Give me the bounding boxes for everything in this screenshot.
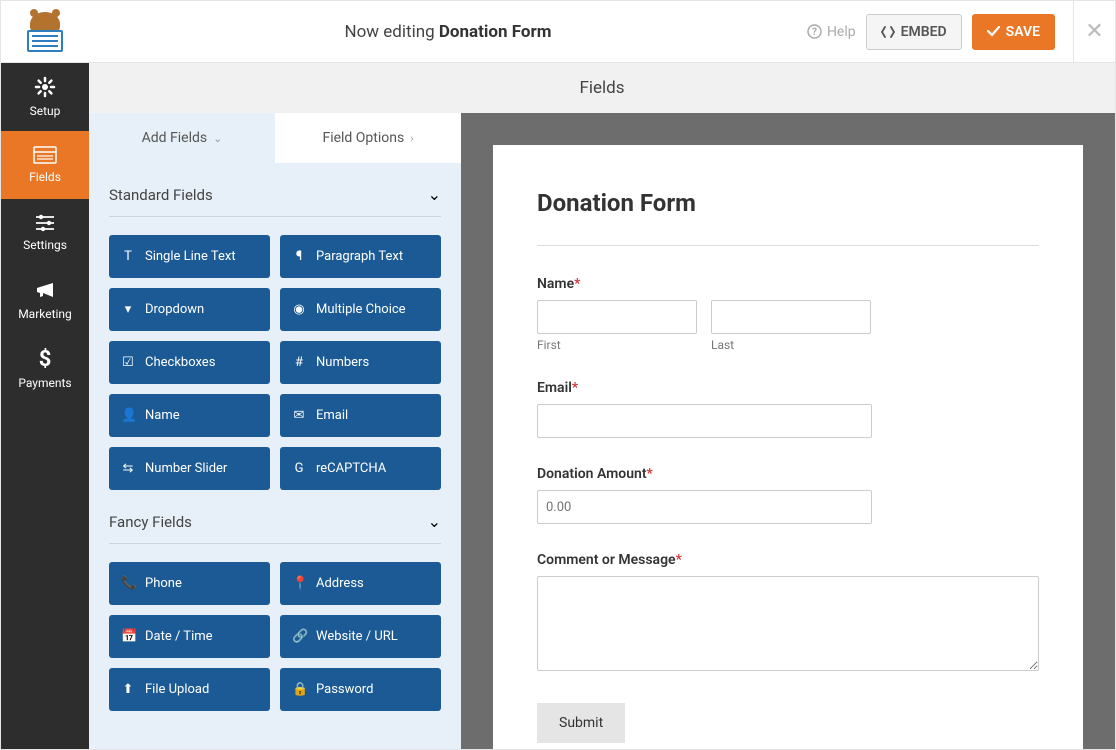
tab-field-options[interactable]: Field Options › [275,113,461,163]
field-button-label: Phone [145,576,182,591]
sidebar-item-setup[interactable]: Setup [1,63,89,131]
section-fancy-fields[interactable]: Fancy Fields ⌄ [109,490,441,544]
gear-icon [34,76,56,98]
field-button-label: Numbers [316,355,369,370]
field-type-icon: ⇆ [121,461,135,476]
fancy-field-phone[interactable]: 📞 Phone [109,562,270,605]
first-name-input[interactable] [537,300,697,334]
field-type-icon: ¶ [292,249,306,264]
field-type-icon: # [292,355,306,370]
field-button-label: reCAPTCHA [316,461,386,476]
form-title: Donation Form [537,189,1039,246]
sidebar-item-label: Settings [23,238,67,252]
save-button[interactable]: SAVE [972,14,1055,50]
standard-field-number-slider[interactable]: ⇆ Number Slider [109,447,270,490]
standard-field-single-line-text[interactable]: T Single Line Text [109,235,270,278]
field-type-icon: T [121,249,135,264]
field-type-icon: G [292,461,306,476]
close-button[interactable]: ✕ [1073,1,1115,63]
email-input[interactable] [537,404,872,438]
chevron-down-icon: ⌄ [213,132,222,145]
field-button-label: Date / Time [145,629,213,644]
field-type-icon: 📍 [292,576,306,591]
embed-button[interactable]: EMBED [866,14,962,50]
donation-input[interactable] [537,490,872,524]
tab-add-fields[interactable]: Add Fields ⌄ [89,113,275,163]
field-button-label: Multiple Choice [316,302,406,317]
standard-field-name[interactable]: 👤 Name [109,394,270,437]
bullhorn-icon [34,281,56,301]
field-button-label: Password [316,682,373,697]
sidebar-item-label: Marketing [18,307,72,321]
chevron-right-icon: › [410,132,413,145]
fancy-field-date-time[interactable]: 📅 Date / Time [109,615,270,658]
svg-text:?: ? [812,27,817,38]
field-button-label: Paragraph Text [316,249,403,264]
field-button-label: File Upload [145,682,209,697]
standard-field-recaptcha[interactable]: GreCAPTCHA [280,447,441,490]
app-logo [1,1,89,63]
sidebar-item-settings[interactable]: Settings [1,199,89,267]
field-type-icon: ✉ [292,408,306,423]
last-sublabel: Last [711,338,871,352]
field-type-icon: 🔗 [292,629,306,644]
standard-field-numbers[interactable]: # Numbers [280,341,441,384]
name-label: Name* [537,276,1039,292]
field-button-label: Address [316,576,364,591]
field-type-icon: ◉ [292,302,306,317]
sliders-icon [34,214,56,232]
field-type-icon: 🔒 [292,682,306,697]
sidebar-item-label: Payments [18,376,71,390]
field-button-label: Dropdown [145,302,204,317]
sidebar-item-marketing[interactable]: Marketing [1,267,89,335]
fancy-field-password[interactable]: 🔒 Password [280,668,441,711]
fancy-field-file-upload[interactable]: ⬆ File Upload [109,668,270,711]
standard-field-checkboxes[interactable]: ☑ Checkboxes [109,341,270,384]
field-button-label: Single Line Text [145,249,236,264]
standard-field-multiple-choice[interactable]: ◉ Multiple Choice [280,288,441,331]
submit-button[interactable]: Submit [537,703,625,743]
field-button-label: Checkboxes [145,355,215,370]
help-icon: ? [807,24,822,39]
comment-label: Comment or Message* [537,552,1039,568]
svg-text:$: $ [39,348,52,370]
standard-field-dropdown[interactable]: ▾ Dropdown [109,288,270,331]
comment-textarea[interactable] [537,576,1039,671]
field-type-icon: 👤 [121,408,135,423]
field-type-icon: 📞 [121,576,135,591]
field-button-label: Name [145,408,180,423]
chevron-down-icon: ⌄ [428,185,441,204]
field-type-icon: ⬆ [121,682,135,697]
sidebar-item-label: Setup [30,104,61,118]
chevron-down-icon: ⌄ [428,512,441,531]
field-type-icon: 📅 [121,629,135,644]
email-label: Email* [537,380,1039,396]
sidebar-item-fields[interactable]: Fields [1,131,89,199]
form-icon [33,146,57,164]
sidebar-item-payments[interactable]: $ Payments [1,335,89,403]
field-type-icon: ☑ [121,355,135,370]
first-sublabel: First [537,338,697,352]
check-icon [987,26,1000,37]
last-name-input[interactable] [711,300,871,334]
sidebar-item-label: Fields [29,170,61,184]
standard-field-paragraph-text[interactable]: ¶ Paragraph Text [280,235,441,278]
help-link[interactable]: ? Help [807,24,856,40]
field-type-icon: ▾ [121,302,135,317]
field-button-label: Number Slider [145,461,227,476]
fancy-field-website-url[interactable]: 🔗 Website / URL [280,615,441,658]
dollar-icon: $ [38,348,52,370]
field-button-label: Email [316,408,348,423]
header-title: Now editing Donation Form [89,22,807,42]
donation-label: Donation Amount* [537,466,1039,482]
section-standard-fields[interactable]: Standard Fields ⌄ [109,163,441,217]
content-header: Fields [89,63,1115,113]
embed-icon [881,26,895,38]
fancy-field-address[interactable]: 📍 Address [280,562,441,605]
standard-field-email[interactable]: ✉ Email [280,394,441,437]
field-button-label: Website / URL [316,629,398,644]
